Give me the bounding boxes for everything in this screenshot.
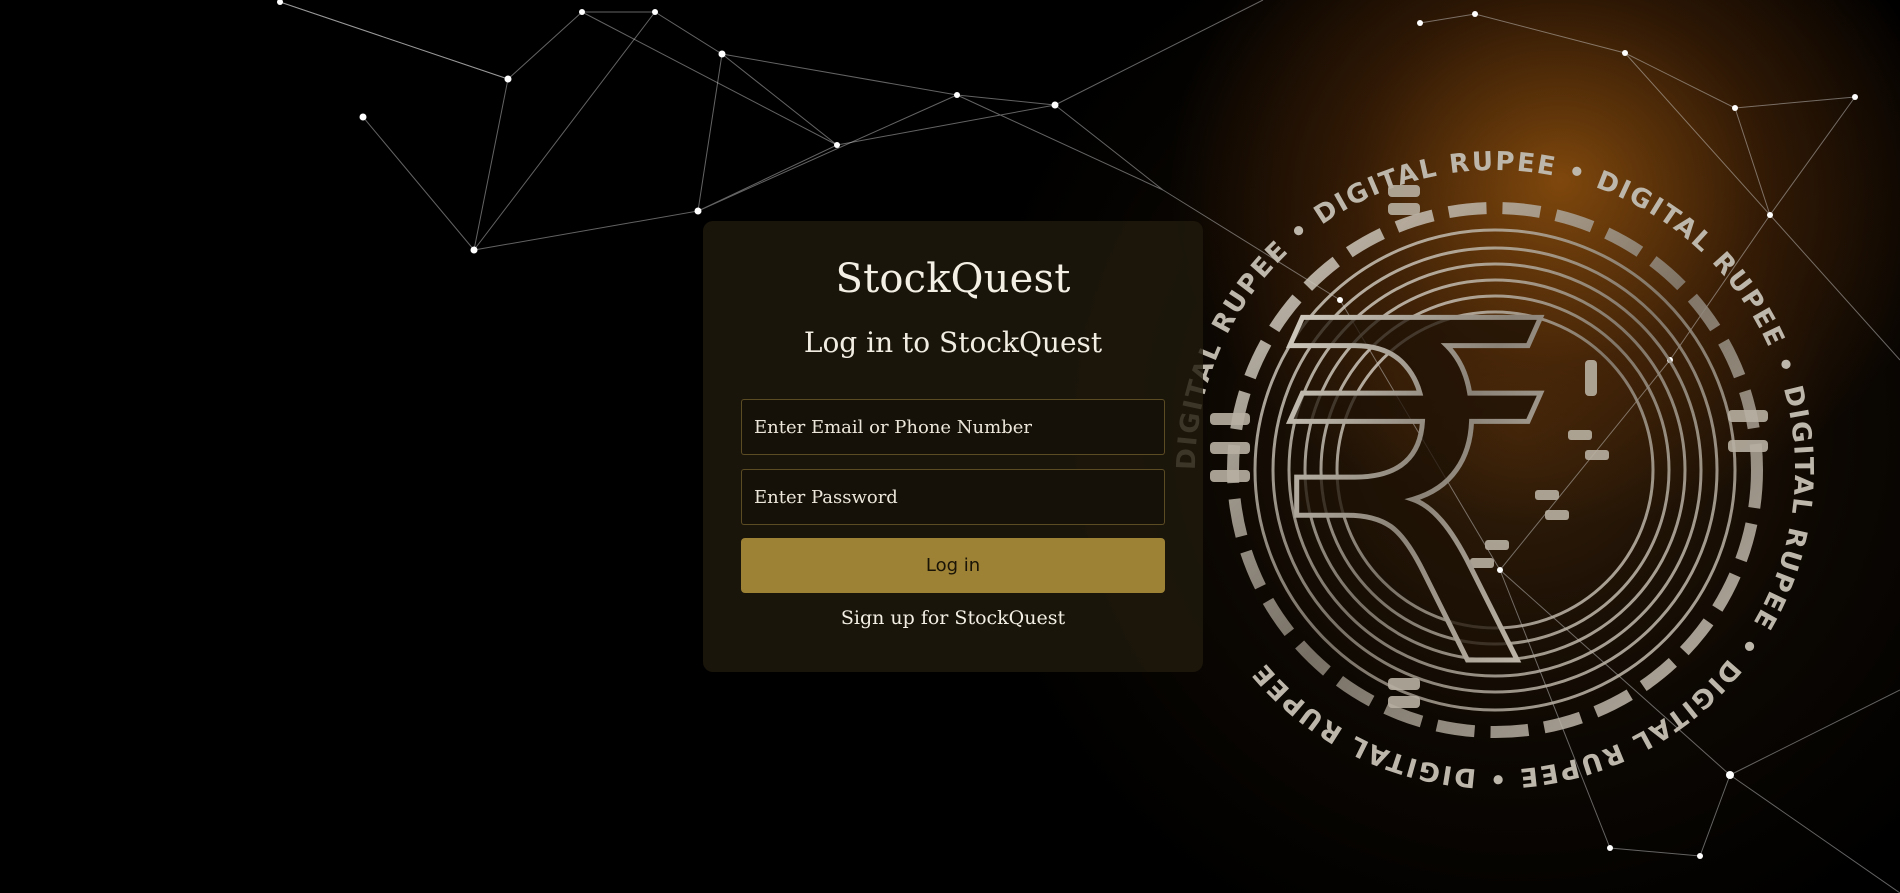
login-heading: Log in to StockQuest <box>803 326 1103 359</box>
email-phone-input[interactable] <box>741 399 1165 455</box>
password-input[interactable] <box>741 469 1165 525</box>
digital-rupee-coin: DIGITAL RUPEE • DIGITAL RUPEE • DIGITAL … <box>1172 147 1816 793</box>
rupee-symbol-icon: ₹ <box>1265 224 1564 771</box>
login-card: StockQuest Log in to StockQuest Log in S… <box>703 221 1203 672</box>
signup-link[interactable]: Sign up for StockQuest <box>703 607 1203 629</box>
login-page: DIGITAL RUPEE • DIGITAL RUPEE • DIGITAL … <box>0 0 1900 893</box>
login-button[interactable]: Log in <box>741 538 1165 593</box>
brand-title: StockQuest <box>835 256 1071 302</box>
